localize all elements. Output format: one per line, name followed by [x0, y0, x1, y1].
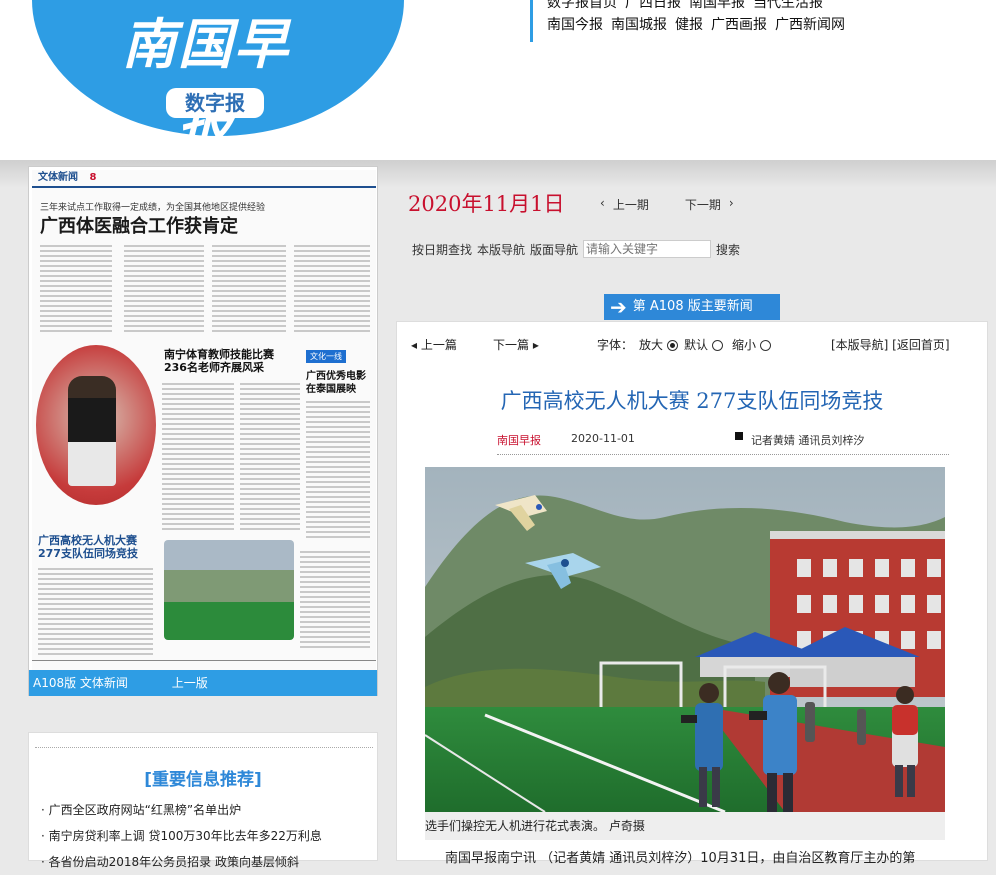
thumb-text-column [38, 565, 153, 655]
page-thumbnail-frame: 文体新闻 8 三年来试点工作取得一定成绩，为全国其他地区提供经验 广西体医融合工… [28, 166, 378, 696]
prev-page-link[interactable]: 上一版 [172, 676, 208, 690]
thumb-headline[interactable]: 广西体医融合工作获肯定 [40, 212, 238, 238]
search-row: 按日期查找 本版导航 版面导航 搜索 [412, 240, 740, 258]
article-body: 南国早报南宁讯 （记者黄婧 通讯员刘梓汐）10月31日，由自治区教育厅主办的第 [445, 851, 916, 866]
search-input[interactable] [583, 240, 712, 258]
font-label: 字体： [597, 338, 634, 352]
thumb-text-column [124, 242, 204, 334]
font-default-label: 默认 [684, 338, 709, 352]
thumb-photo-drone[interactable] [164, 540, 294, 640]
thumb-page-header: 文体新闻 8 [32, 170, 376, 188]
photo-caption: 选手们操控无人机进行花式表演。 卢奇摄 [425, 812, 945, 840]
chevron-left-icon[interactable]: ‹ [600, 196, 605, 213]
thumb-text-column [306, 398, 370, 538]
thumb-text-column [40, 242, 112, 334]
search-button[interactable]: 搜索 [716, 241, 740, 258]
nav-row-2: 南国今报 南国城报 健报 广西画报 广西新闻网 [547, 15, 970, 35]
radio-icon [711, 340, 723, 351]
nav-link-nanguo-today[interactable]: 南国今报 [547, 15, 603, 35]
arrow-right-icon: ➔ [610, 295, 627, 319]
nav-link-digital-home[interactable]: 数字报首页 [547, 0, 617, 13]
thumb-photo-player [68, 376, 116, 486]
article-photo [425, 467, 945, 812]
next-article-label: 下一篇 [493, 338, 530, 352]
prev-article-label: 上一篇 [420, 338, 457, 352]
thumb-subhead-drone[interactable]: 广西高校无人机大赛 277支队伍同场竞技 [38, 534, 138, 560]
issue-date: 2020年11月1日 [408, 192, 565, 216]
next-article-link[interactable]: 下一篇 ▸ [493, 336, 539, 353]
article-nav-links[interactable]: [本版导航] [返回首页] [831, 336, 950, 353]
prev-article-link[interactable]: ◂ 上一篇 [411, 336, 457, 353]
thumb-text-column [240, 380, 300, 530]
byline: 南国早报 2020-11-01 记者黄婧 通讯员刘梓汐 [497, 432, 864, 448]
recommendation-panel: [重要信息推荐] 广西全区政府网站“红黑榜”名单出炉 南宁房贷利率上调 贷100… [28, 732, 378, 869]
issue-nav: ‹ 上一期 下一期 › [600, 196, 734, 213]
thumb-text-column [294, 242, 370, 334]
recommendation-list: 广西全区政府网站“红黑榜”名单出炉 南宁房贷利率上调 贷100万30年比去年多2… [41, 797, 322, 875]
page-nav-link[interactable]: 本版导航 [477, 241, 525, 258]
page-thumbnail[interactable]: 文体新闻 8 三年来试点工作取得一定成绩，为全国其他地区提供经验 广西体医融合工… [32, 170, 376, 670]
zoom-out-icon [759, 340, 771, 351]
current-page-label[interactable]: A108版 文体新闻 [33, 676, 128, 690]
top-nav: 数字报首页 广西日报 南国早报 当代生活报 南国今报 南国城报 健报 广西画报 … [530, 0, 970, 42]
square-bullet-icon [734, 432, 743, 440]
article-authors: 记者黄婧 通讯员刘梓汐 [750, 434, 865, 447]
prev-issue-link[interactable]: 上一期 [613, 196, 649, 213]
site-header: 南国早报 数字报 数字报首页 广西日报 南国早报 当代生活报 南国今报 南国城报… [0, 0, 996, 160]
nav-link-nanguo-morning[interactable]: 南国早报 [689, 0, 745, 13]
recommendation-item[interactable]: 广西全区政府网站“红黑榜”名单出炉 [41, 797, 322, 823]
font-large-option[interactable]: 放大 [639, 336, 678, 353]
divider [35, 747, 373, 748]
nav-link-nanguo-city[interactable]: 南国城报 [611, 15, 667, 35]
thumb-page-number: 8 [89, 172, 97, 183]
font-small-label: 缩小 [732, 338, 757, 352]
divider [497, 454, 949, 455]
article-title: 广西高校无人机大赛 277支队伍同场竞技 [500, 389, 884, 413]
recommendation-item[interactable]: 各省份启动2018年公务员招录 政策向基层倾斜 [41, 849, 322, 875]
thumb-section-name: 文体新闻 [38, 172, 78, 183]
nav-link-guangxi-pictorial[interactable]: 广西画报 [711, 15, 767, 35]
article-toolbar: ◂ 上一篇 下一篇 ▸ 字体： 放大 默认 缩小 [本版导航] [返回首页] [407, 336, 979, 356]
thumb-text-column [162, 380, 234, 530]
next-issue-link[interactable]: 下一期 [685, 196, 721, 213]
thumb-tag-culture: 文化一线 [306, 350, 346, 363]
nav-row-1: 数字报首页 广西日报 南国早报 当代生活报 [547, 0, 970, 13]
recommendation-title: [重要信息推荐] [144, 770, 262, 790]
recommendation-item[interactable]: 南宁房贷利率上调 贷100万30年比去年多22万利息 [41, 823, 322, 849]
nav-link-contemporary-life[interactable]: 当代生活报 [753, 0, 823, 13]
nav-link-guangxi-daily[interactable]: 广西日报 [625, 0, 681, 13]
article-panel: ◂ 上一篇 下一篇 ▸ 字体： 放大 默认 缩小 [本版导航] [返回首页] 广… [396, 321, 988, 866]
article-date: 2020-11-01 [571, 432, 635, 445]
font-default-option[interactable]: 默认 [684, 336, 723, 353]
thumb-subhead-teachers[interactable]: 南宁体育教师技能比赛 236名老师齐展风采 [164, 348, 274, 374]
zoom-in-icon [666, 340, 678, 351]
font-large-label: 放大 [639, 338, 664, 352]
layout-nav-link[interactable]: 版面导航 [530, 241, 578, 258]
thumb-subhead-film[interactable]: 广西优秀电影 在泰国展映 [306, 370, 366, 396]
search-by-date-link[interactable]: 按日期查找 [412, 241, 472, 258]
thumb-page-footer [32, 660, 376, 670]
nav-link-guangxi-news[interactable]: 广西新闻网 [775, 15, 845, 35]
page-caption-bar: A108版 文体新闻 上一版 [29, 670, 377, 696]
chevron-right-icon[interactable]: › [729, 196, 734, 213]
digital-edition-badge: 数字报 [166, 88, 264, 118]
thumb-text-column [300, 548, 370, 648]
section-banner: ➔ 第 A108 版主要新闻 [604, 294, 780, 320]
site-logo[interactable]: 南国早报 [96, 0, 316, 158]
thumb-text-column [212, 242, 286, 334]
font-small-option[interactable]: 缩小 [732, 336, 771, 353]
section-banner-label: 第 A108 版主要新闻 [632, 299, 753, 314]
nav-link-health[interactable]: 健报 [675, 15, 703, 35]
article-source: 南国早报 [497, 434, 541, 447]
